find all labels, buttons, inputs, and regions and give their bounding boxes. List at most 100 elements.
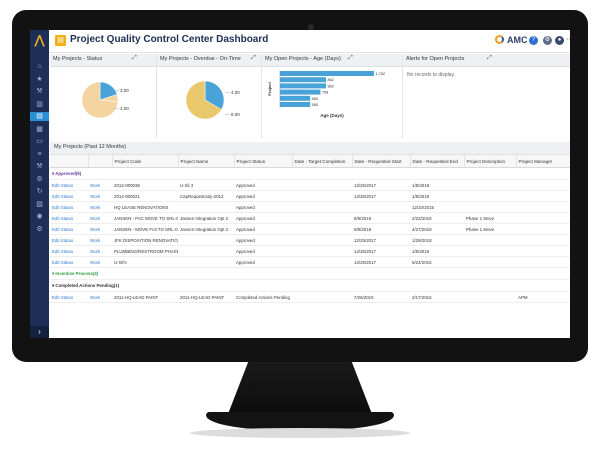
expand-nav-button[interactable]: › bbox=[30, 326, 49, 338]
edit-status-link[interactable]: Edit Status bbox=[50, 223, 88, 235]
menu-icon[interactable]: ⋯ bbox=[565, 36, 571, 45]
sync-icon[interactable]: ↻ bbox=[33, 187, 46, 196]
table-row: Edit Status Work 2012-000036 U-Sil 3 Approve… bbox=[50, 179, 570, 191]
table-cell bbox=[292, 179, 352, 191]
work-link[interactable]: Work bbox=[88, 190, 112, 202]
table-row: Edit Status Work PLUMBING/RESTROOM PHASE 1… bbox=[50, 245, 570, 257]
group-label[interactable]: ▾ Incentive Process(3) bbox=[50, 267, 570, 280]
dashboard-icon[interactable]: ▤ bbox=[30, 112, 49, 121]
work-link[interactable]: Work bbox=[88, 179, 112, 191]
table-cell bbox=[464, 245, 516, 257]
building-icon[interactable]: ▥ bbox=[33, 100, 46, 109]
maximize-icon[interactable]: ⤢ bbox=[251, 55, 256, 62]
help-icon[interactable]: ? bbox=[529, 36, 538, 45]
projects-table: Project Code Project Name Project Status Da… bbox=[50, 155, 570, 303]
gear-icon-2[interactable]: ⚙ bbox=[33, 225, 46, 234]
edit-status-link[interactable]: Edit Status bbox=[50, 179, 88, 191]
table-cell: 2011-HQ-LEAD PAINT bbox=[178, 291, 234, 303]
column-header[interactable]: Project Name bbox=[178, 155, 235, 168]
chart-icon[interactable]: ▨ bbox=[33, 200, 46, 209]
table-cell: Approved bbox=[234, 201, 292, 213]
wrench-icon-2[interactable]: ⚒ bbox=[33, 162, 46, 171]
group-row[interactable]: ▾ Approved(9) bbox=[50, 167, 570, 180]
table-cell bbox=[464, 291, 516, 303]
table-cell bbox=[292, 234, 352, 246]
column-header[interactable]: Project Status bbox=[234, 155, 293, 168]
bar-data-label: 565 bbox=[312, 103, 318, 107]
table-cell: Approved bbox=[234, 245, 292, 257]
table-cell bbox=[292, 291, 352, 303]
work-link[interactable]: Work bbox=[88, 234, 112, 246]
maximize-icon[interactable]: ⤢ bbox=[348, 55, 353, 62]
work-link[interactable]: Work bbox=[88, 201, 112, 213]
table-cell bbox=[292, 201, 352, 213]
table-cell: 12/25/2017 bbox=[352, 245, 410, 257]
edit-status-link[interactable]: Edit Status bbox=[50, 234, 88, 246]
table-cell: 1/8/2018 bbox=[410, 245, 464, 257]
column-header[interactable] bbox=[50, 155, 89, 168]
table-cell bbox=[178, 201, 234, 213]
table-cell bbox=[464, 201, 516, 213]
wrench-icon[interactable]: ⚒ bbox=[33, 87, 46, 96]
table-cell: 2/22/2018 bbox=[410, 212, 464, 224]
table-cell bbox=[464, 234, 516, 246]
maximize-icon[interactable]: ⤢ bbox=[487, 55, 492, 62]
document-icon[interactable]: ▭ bbox=[33, 137, 46, 146]
star-icon[interactable]: ★ bbox=[33, 75, 46, 84]
edit-status-link[interactable]: Edit Status bbox=[50, 201, 88, 213]
edit-status-link[interactable]: Edit Status bbox=[50, 212, 88, 224]
user-icon[interactable]: ● bbox=[555, 36, 564, 45]
column-header[interactable] bbox=[88, 155, 113, 168]
maximize-icon[interactable]: ⤢ bbox=[132, 55, 137, 62]
column-header[interactable]: Project Manager bbox=[516, 155, 570, 168]
work-link[interactable]: Work bbox=[88, 245, 112, 257]
y-axis-label: Project bbox=[267, 82, 272, 96]
table-cell bbox=[178, 245, 234, 257]
edit-status-link[interactable]: Edit Status bbox=[50, 190, 88, 202]
work-link[interactable]: Work bbox=[88, 212, 112, 224]
table-cell: 2012-000036 bbox=[112, 179, 178, 191]
brand-name: AMC bbox=[507, 35, 528, 45]
column-header[interactable]: Project Code bbox=[112, 155, 179, 168]
table-cell: 12/25/2017 bbox=[352, 234, 410, 246]
group-label[interactable]: ▾ Approved(9) bbox=[50, 167, 570, 180]
table-cell bbox=[516, 223, 570, 235]
work-link[interactable]: Work bbox=[88, 223, 112, 235]
settings-icon[interactable]: ⚙ bbox=[543, 36, 552, 45]
table-cell: Approved bbox=[234, 190, 292, 202]
table-cell: 2011-HQ-LEAD PAINT bbox=[112, 291, 178, 303]
table-cell bbox=[292, 223, 352, 235]
table-cell: CapRequestJuly-2012 bbox=[178, 190, 234, 202]
column-header[interactable]: Date - Requested End bbox=[410, 155, 465, 168]
table-row: Edit Status Work 2012-000021 CapRequestJuly… bbox=[50, 190, 570, 202]
logo-icon: ⋀ bbox=[34, 33, 45, 47]
ontime-pie-chart: 4.00 8.00 bbox=[185, 80, 240, 120]
stand-shadow bbox=[190, 428, 410, 438]
bar bbox=[280, 77, 326, 83]
column-header[interactable]: Date - Target Completion bbox=[292, 155, 353, 168]
group-row[interactable]: ▾ Incentive Process(3) bbox=[50, 267, 570, 280]
table-row: Edit Status Work 2011-HQ-LEAD PAINT 2011-HQ… bbox=[50, 291, 570, 303]
edit-status-link[interactable]: Edit Status bbox=[50, 245, 88, 257]
header: ▤ Project Quality Control Center Dashboa… bbox=[49, 30, 570, 53]
table-cell bbox=[352, 201, 410, 213]
table-cell: Completed Actions Pending bbox=[234, 291, 292, 303]
work-link[interactable]: Work bbox=[88, 256, 112, 268]
widget-ontime: My Projects - Overdue - On-Time ⤢ 4.00 8.0… bbox=[157, 54, 262, 138]
home-icon[interactable]: ⌂ bbox=[33, 62, 46, 71]
gear-icon[interactable]: ⚙ bbox=[33, 175, 46, 184]
monitor-stand bbox=[228, 362, 372, 414]
dashboard-icon: ▤ bbox=[55, 35, 66, 46]
group-row[interactable]: ▾ Completed Actions Pending(1) bbox=[50, 279, 570, 292]
table-cell: 2012-000021 bbox=[112, 190, 178, 202]
edit-status-link[interactable]: Edit Status bbox=[50, 291, 88, 303]
group-label[interactable]: ▾ Completed Actions Pending(1) bbox=[50, 279, 570, 292]
work-link[interactable]: Work bbox=[88, 291, 112, 303]
bulb-icon[interactable]: ◉ bbox=[33, 212, 46, 221]
edit-status-link[interactable]: Edit Status bbox=[50, 256, 88, 268]
column-header[interactable]: Project Description bbox=[464, 155, 517, 168]
column-header[interactable]: Date - Requested Start bbox=[352, 155, 411, 168]
tasks-icon[interactable]: ≡ bbox=[33, 150, 46, 159]
table-cell bbox=[464, 256, 516, 268]
calculator-icon[interactable]: ▦ bbox=[33, 125, 46, 134]
